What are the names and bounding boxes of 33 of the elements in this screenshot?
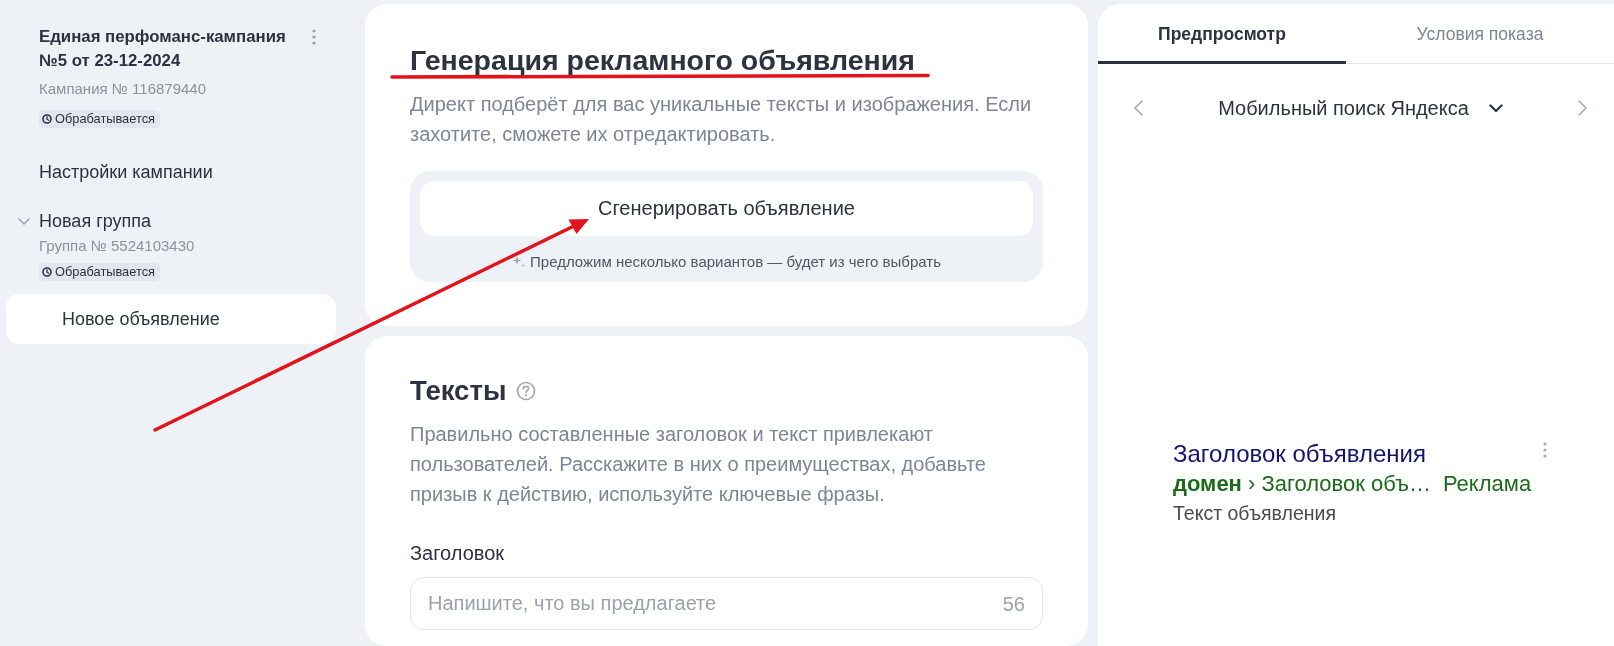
ad-url: домен › Заголовок объ… [1173,470,1431,498]
ad-text: Текст объявления [1173,501,1336,526]
platform-dropdown[interactable]: Мобильный поиск Яндекса [1218,96,1503,120]
sidebar-item[interactable]: Новое объявление [6,294,336,344]
section-description: Директ подберёт для вас уникальные тексты и изображения. Если захотите, сможете их отредактировать. [410,92,1033,147]
chevron-down-icon[interactable] [18,217,30,225]
section-title: Тексты [410,374,507,408]
ad-label: Реклама [1442,470,1532,498]
status-text: Обрабатывается [55,110,155,128]
chevron-left-icon[interactable] [1134,100,1143,116]
sparkle-icon [512,255,527,269]
clock-icon [42,267,52,277]
sidebar-item[interactable]: Новая группа [33,209,157,233]
section-description: Правильно составленные заголовок и текст привлекают пользователей. Расскажите в них о преимуществах, добавьте призыв к действию, используйте ключевые фразы. [410,422,987,507]
campaign-title: Единая перфоманс-кампания №5 от 23-12-2024 [39,26,287,72]
section-title: Генерация рекламного объявления [410,47,915,73]
hint-text: Предложим несколько вариантов — будет из чего выбрать [530,253,941,271]
field-label: Заголовок [410,542,505,564]
chevron-down-icon [1488,103,1503,113]
tab[interactable]: Предпросмотр [1098,4,1346,64]
ad-title[interactable]: Заголовок объявления [1173,439,1426,469]
help-icon[interactable] [516,381,537,401]
status-text: Обрабатывается [55,263,155,281]
generate-button[interactable]: Сгенерировать объявление [420,181,1033,236]
character-counter: 56 [1002,592,1025,615]
group-number: Группа № 5524103430 [39,237,195,255]
kebab-menu-icon[interactable] [312,29,316,45]
tab[interactable]: Условия показа [1346,4,1614,64]
sidebar-item[interactable]: Настройки кампании [6,150,336,194]
clock-icon [42,114,52,124]
kebab-menu-icon[interactable] [1543,442,1547,458]
campaign-number: Кампания № 116879440 [39,80,207,98]
chevron-right-icon[interactable] [1578,100,1587,116]
